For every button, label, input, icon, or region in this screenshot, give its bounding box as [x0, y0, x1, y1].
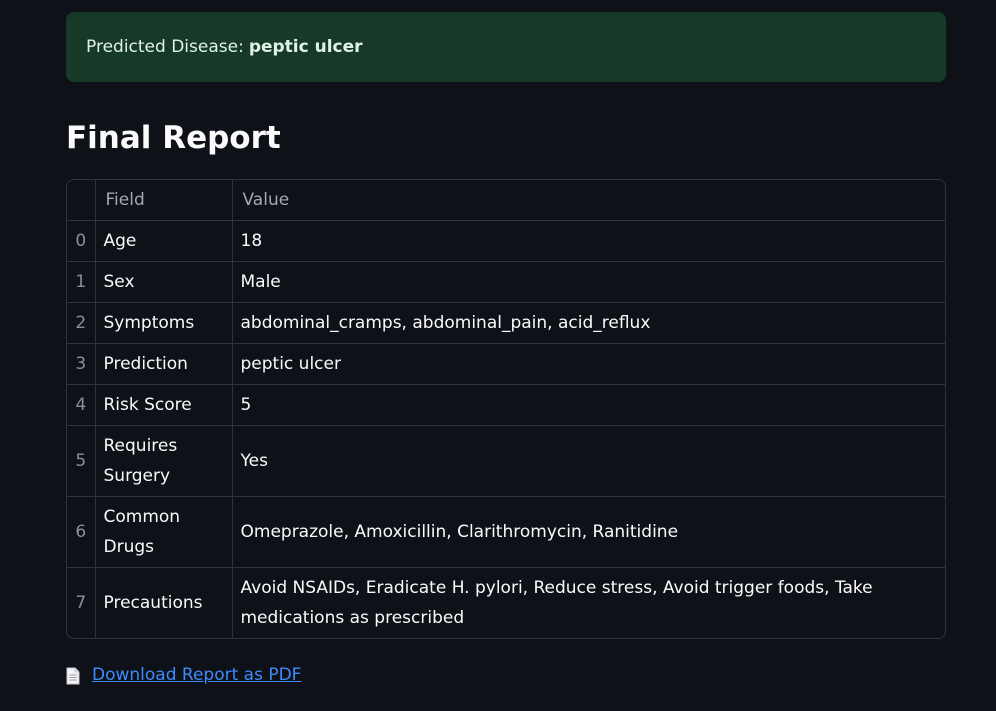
table-row: 5 Requires Surgery Yes — [67, 425, 945, 497]
document-icon — [66, 666, 80, 685]
field-cell: Prediction — [95, 343, 233, 385]
value-cell: 5 — [232, 384, 945, 426]
download-pdf-link[interactable]: Download Report as PDF — [66, 661, 301, 689]
value-cell: Male — [232, 261, 945, 303]
download-label: Download Report as PDF — [92, 665, 302, 685]
table-row: 2 Symptoms abdominal_cramps, abdominal_p… — [67, 302, 945, 344]
row-index: 2 — [67, 302, 96, 344]
column-header-value[interactable]: Value — [232, 180, 945, 221]
table-row: 3 Prediction peptic ulcer — [67, 343, 945, 385]
value-cell: peptic ulcer — [232, 343, 945, 385]
row-index: 4 — [67, 384, 96, 426]
table-row: 0 Age 18 — [67, 220, 945, 262]
row-index: 0 — [67, 220, 96, 262]
report-table: Field Value 0 Age 18 1 Sex Male 2 Sympto… — [66, 179, 946, 639]
field-cell: Age — [95, 220, 233, 262]
table-header-row: Field Value — [67, 180, 945, 221]
predicted-disease-value: peptic ulcer — [248, 37, 363, 57]
alert-label: Predicted Disease: — [86, 37, 244, 57]
value-cell: Yes — [232, 425, 945, 497]
row-index: 7 — [67, 567, 96, 638]
row-index: 5 — [67, 425, 96, 497]
prediction-alert: Predicted Disease: peptic ulcer — [66, 12, 946, 82]
field-cell: Symptoms — [95, 302, 233, 344]
report-title: Final Report — [66, 120, 281, 156]
table-row: 7 Precautions Avoid NSAIDs, Eradicate H.… — [67, 567, 945, 638]
table-row: 4 Risk Score 5 — [67, 384, 945, 426]
row-index: 3 — [67, 343, 96, 385]
field-cell: Sex — [95, 261, 233, 303]
column-header-field[interactable]: Field — [95, 180, 233, 221]
field-cell: Common Drugs — [95, 496, 233, 568]
field-cell: Requires Surgery — [95, 425, 233, 497]
value-cell: 18 — [232, 220, 945, 262]
row-index: 1 — [67, 261, 96, 303]
table-row: 1 Sex Male — [67, 261, 945, 303]
table-row: 6 Common Drugs Omeprazole, Amoxicillin, … — [67, 496, 945, 568]
value-cell: Omeprazole, Amoxicillin, Clarithromycin,… — [232, 496, 945, 568]
field-cell: Risk Score — [95, 384, 233, 426]
column-header-index[interactable] — [67, 180, 96, 221]
field-cell: Precautions — [95, 567, 233, 638]
row-index: 6 — [67, 496, 96, 568]
value-cell: Avoid NSAIDs, Eradicate H. pylori, Reduc… — [240, 578, 873, 628]
value-cell: abdominal_cramps, abdominal_pain, acid_r… — [232, 302, 945, 344]
